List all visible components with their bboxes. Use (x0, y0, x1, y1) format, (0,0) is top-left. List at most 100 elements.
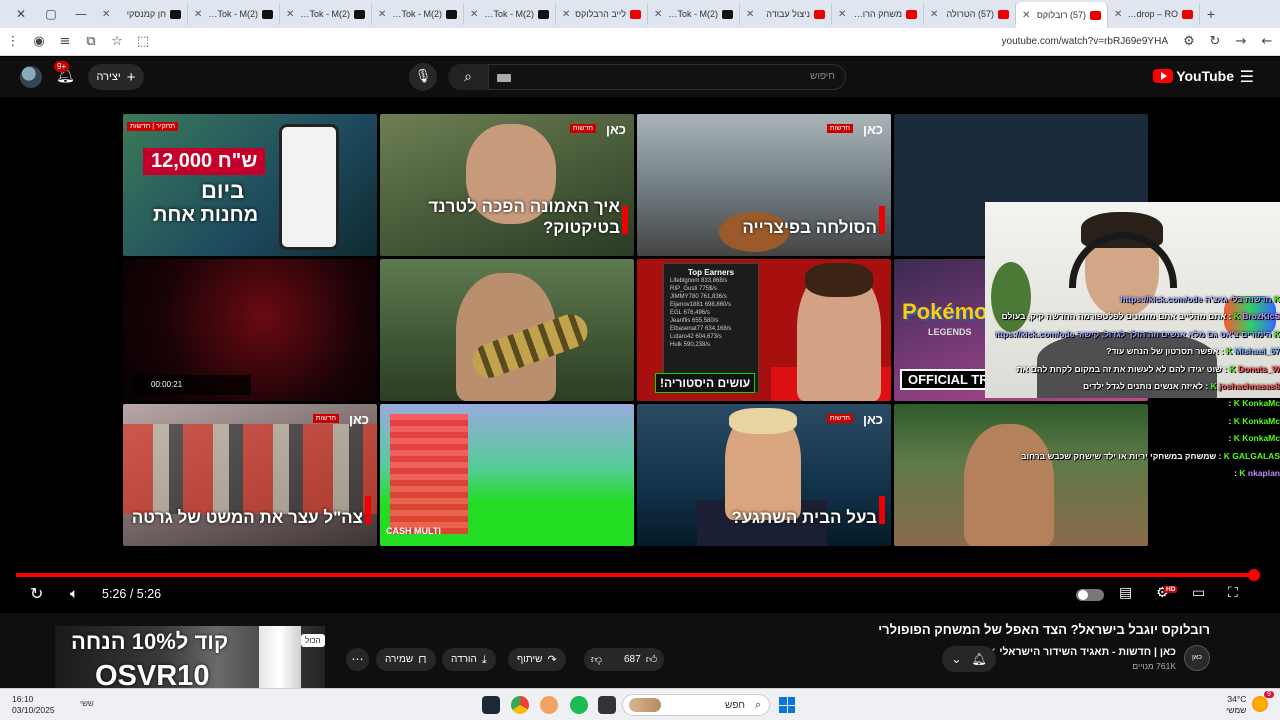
bookmark-icon: ⊓ (418, 653, 427, 666)
more-actions-icon[interactable]: ⋯ (346, 648, 369, 671)
like-dislike-group: 👎︎ 687 👍︎ (584, 648, 664, 671)
browser-tab[interactable]: ✕ (57) הטרולה (924, 3, 1016, 25)
account-avatar[interactable] (20, 66, 42, 88)
youtube-logo[interactable]: YouTube (1153, 68, 1234, 84)
thumbnail-10[interactable]: כאן חדשות בעל הבית השתגע? (637, 404, 891, 546)
temperature: 34°C (1227, 694, 1247, 704)
thumbnail-4[interactable]: 00:00:21 (123, 259, 377, 401)
download-icon: ⤓ (481, 652, 487, 666)
chat-username: joshachnasas8 (1219, 381, 1280, 391)
browser-tab[interactable]: ✕ Airdrop – RO (1108, 3, 1200, 25)
save-button[interactable]: שמירה ⊓ (376, 648, 436, 671)
search-button[interactable]: ⌕ (448, 64, 488, 90)
browser-tab[interactable]: ✕ (2)TikTok - M (280, 3, 372, 25)
close-tab-icon[interactable]: ✕ (1022, 10, 1030, 21)
browser-tab[interactable]: ✕ ניצול עבודה (740, 3, 832, 25)
close-tab-icon[interactable]: ✕ (562, 9, 570, 20)
browser-tab[interactable]: ✕ לייב הרבלוקס (556, 3, 648, 25)
close-tab-icon[interactable]: ✕ (378, 9, 386, 20)
create-button[interactable]: יצירה + (88, 64, 144, 90)
notifications-bell-icon[interactable]: 🔔︎ 9+ (54, 61, 75, 84)
channel-name[interactable]: כאן | חדשות - תאגיד השידור הישראלי ✔ (988, 646, 1176, 658)
browser-tab[interactable]: ✕ (2)TikTok - M (372, 3, 464, 25)
browser-tab[interactable]: ✕ (2)TikTok - M (464, 3, 556, 25)
close-tab-icon[interactable]: ✕ (930, 9, 938, 20)
terminal-icon[interactable] (598, 696, 616, 714)
share-button[interactable]: שיתוף ↷ (508, 648, 566, 671)
profile-icon[interactable]: ◉ (26, 34, 52, 49)
screenshot-icon[interactable]: ⬚ (130, 34, 156, 49)
taskbar-search[interactable]: חפש ⌕ (622, 694, 770, 716)
app-icon[interactable] (540, 696, 558, 714)
minimize-window-icon[interactable]: — (66, 7, 96, 21)
thumbnail-6[interactable]: Top Earners Lifeblgnom 833,868/s RIP_Gust… (637, 259, 891, 401)
time-total: 5:26 (136, 587, 162, 601)
progress-bar[interactable] (16, 573, 1254, 577)
reload-icon[interactable]: ↻ (1202, 34, 1228, 49)
thumbnail-3[interactable]: כאן חדשות הסולחה בפיצרייה (637, 114, 891, 256)
close-tab-icon[interactable]: ✕ (746, 9, 754, 20)
video-player[interactable]: תחקיר | חדשות 12,000 ש"ח ביום מחנות אחת … (0, 97, 1280, 613)
hd-badge: HD (1164, 586, 1178, 593)
browser-tab[interactable]: ✕ (2)TikTok - M (648, 3, 740, 25)
progress-scrubber[interactable] (1248, 569, 1260, 581)
weather-widget[interactable]: 34°C שמשי (1226, 694, 1246, 716)
close-window-icon[interactable]: ✕ (6, 7, 36, 21)
close-tab-icon[interactable]: ✕ (470, 9, 478, 20)
voice-search-mic-icon[interactable]: 🎙︎ (409, 63, 437, 91)
browser-tab[interactable]: ✕ (2)TikTok - M (188, 3, 280, 25)
theater-mode-icon[interactable]: ▭ (1192, 585, 1205, 601)
url-field[interactable]: youtube.com/watch?v=rbRJ69e9YHA (1002, 36, 1168, 47)
extensions-icon[interactable]: ⧉ (78, 34, 104, 49)
thumbnail-caption: 12,000 ש"ח (143, 148, 266, 175)
chat-username: BrozKicS (1242, 311, 1280, 322)
hamburger-menu-icon[interactable]: ☰ (1240, 67, 1254, 86)
subscribed-button[interactable]: ⌄ 🔔︎ (942, 646, 996, 672)
windows-start-icon[interactable] (779, 697, 795, 713)
steam-icon[interactable] (482, 696, 500, 714)
fullscreen-icon[interactable]: ⛶ (1228, 585, 1238, 601)
close-tab-icon[interactable]: ✕ (194, 9, 202, 20)
youtube-favicon-icon (814, 9, 825, 19)
thumbnail-1[interactable]: תחקיר | חדשות 12,000 ש"ח ביום מחנות אחת (123, 114, 377, 256)
tab-title: לייב הרבלוקס (575, 9, 626, 19)
subscriber-count: 761K מנויים (1132, 661, 1176, 671)
volume-icon[interactable]: 🔈︎ (70, 586, 78, 602)
thumbnail-9[interactable]: CASH MULTI (380, 404, 634, 546)
download-button[interactable]: הורדה ⤓ (442, 648, 496, 671)
site-settings-icon[interactable]: ⚙ (1176, 34, 1202, 49)
subtitles-icon[interactable]: ▤ (1119, 585, 1132, 601)
channel-avatar[interactable]: כאן (1184, 645, 1210, 671)
taskbar-clock[interactable]: 16:10 03/10/2025 (12, 694, 55, 716)
close-tab-icon[interactable]: ✕ (838, 9, 846, 20)
ad-banner[interactable]: קוד ל10% הנחה OSVR10 הכול (55, 626, 325, 692)
new-tab-icon[interactable]: + (1200, 6, 1222, 22)
thumbnail-8[interactable]: כאן חדשות צה"ל עצר את המשט של גרטה (123, 404, 377, 546)
keyboard-icon[interactable] (497, 74, 511, 82)
browser-tab[interactable]: ✕ משחק הרובלוקס (832, 3, 924, 25)
close-tab-icon[interactable]: ✕ (654, 9, 662, 20)
browser-tab[interactable]: ✕ (57) רובלוקס (1016, 2, 1108, 28)
close-tab-icon[interactable]: ✕ (1114, 9, 1122, 20)
browser-tab[interactable]: ✕ חן קמנסקי (96, 3, 188, 25)
bookmark-star-icon[interactable]: ☆ (104, 34, 130, 49)
media-control-icon[interactable]: ≡ (52, 34, 78, 49)
back-icon[interactable]: → (1228, 34, 1254, 49)
ad-all-chip[interactable]: הכול (301, 634, 325, 647)
search-input[interactable]: חיפוש (488, 64, 846, 90)
chat-text: אפשר תסרטון של הנחש עוד? (1106, 346, 1219, 357)
close-tab-icon[interactable]: ✕ (102, 9, 110, 20)
menu-kebab-icon[interactable]: ⋮ (0, 34, 26, 49)
chat-message: K KonkaMc : (995, 398, 1280, 414)
autoplay-toggle[interactable] (1076, 589, 1104, 601)
close-tab-icon[interactable]: ✕ (286, 9, 294, 20)
thumbnail-2[interactable]: כאן חדשות איך האמונה הפכה לטרנד בטיקטוק? (380, 114, 634, 256)
dislike-icon[interactable]: 👎︎ (591, 653, 602, 666)
forward-icon[interactable]: ← (1254, 34, 1280, 49)
thumbnail-5[interactable] (380, 259, 634, 401)
chrome-icon[interactable] (511, 696, 529, 714)
like-icon[interactable]: 👍︎ (646, 653, 658, 666)
maximize-window-icon[interactable]: ▢ (36, 7, 66, 21)
replay-icon[interactable]: ↻ (30, 584, 43, 603)
spotify-icon[interactable] (570, 696, 588, 714)
